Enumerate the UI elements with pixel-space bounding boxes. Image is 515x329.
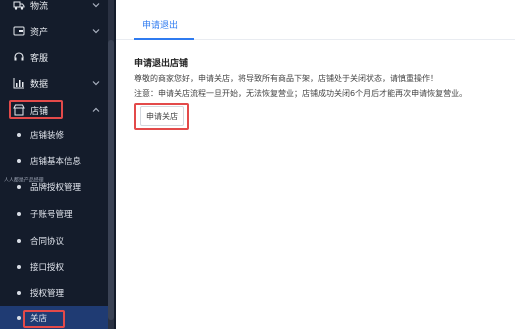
sidebar-subitem-brand-auth[interactable]: 品牌授权管理 bbox=[0, 174, 108, 200]
chevron-up-icon bbox=[92, 107, 100, 112]
highlight-box-close-store bbox=[23, 310, 65, 328]
sidebar-subitem-api-auth[interactable]: 接口授权 bbox=[0, 254, 108, 280]
sidebar-subitem-contracts[interactable]: 合同协议 bbox=[0, 228, 108, 254]
sidebar-subitem-sub-accounts[interactable]: 子账号管理 bbox=[0, 201, 108, 227]
notice-text: 尊敬的商家您好，申请关店，将导致所有商品下架，店铺处于关闭状态，请慎重操作！ bbox=[134, 74, 438, 83]
sidebar-item-label: 物流 bbox=[30, 1, 49, 12]
chevron-down-icon bbox=[92, 81, 100, 86]
bullet-icon bbox=[17, 239, 21, 243]
headset-icon bbox=[14, 52, 24, 61]
bullet-icon bbox=[17, 265, 21, 269]
sidebar-subitem-label: 子账号管理 bbox=[30, 210, 73, 220]
sidebar-item-label: 数据 bbox=[30, 79, 49, 90]
sidebar-subitem-label: 接口授权 bbox=[30, 263, 65, 273]
bullet-icon bbox=[17, 316, 21, 320]
tab-apply-exit[interactable]: 申请退出 bbox=[142, 18, 178, 31]
warning-text: 注意：申请关店流程一旦开始，无法恢复营业；店铺成功关闭6个月后才能再次申请恢复营… bbox=[134, 89, 468, 98]
bar-chart-icon bbox=[13, 78, 24, 89]
bullet-icon bbox=[17, 159, 21, 163]
sidebar-item-data[interactable]: 数据 bbox=[0, 70, 108, 96]
sidebar-item-assets[interactable]: 资产 bbox=[0, 18, 108, 44]
bullet-icon bbox=[17, 133, 21, 137]
sidebar-item-customer-service[interactable]: 客服 bbox=[0, 44, 108, 70]
sidebar-item-logistics[interactable]: 物流 bbox=[0, 0, 108, 18]
sidebar-item-label: 资产 bbox=[30, 27, 49, 38]
wallet-icon bbox=[13, 26, 25, 36]
bullet-icon bbox=[17, 185, 21, 189]
sidebar-subitem-label: 合同协议 bbox=[30, 237, 65, 247]
tab-bar: 申请退出 bbox=[116, 0, 515, 40]
section-title: 申请退出店铺 bbox=[134, 59, 189, 69]
tab-active-indicator bbox=[134, 38, 194, 40]
bullet-icon bbox=[17, 212, 21, 216]
sidebar-subitem-label: 品牌授权管理 bbox=[30, 183, 82, 193]
main-content: 申请退出 申请退出店铺 尊敬的商家您好，申请关店，将导致所有商品下架，店铺处于关… bbox=[116, 0, 515, 329]
sidebar-subitem-auth-management[interactable]: 授权管理 bbox=[0, 280, 108, 306]
chevron-down-icon bbox=[92, 3, 100, 8]
sidebar-subitem-label: 店铺装修 bbox=[30, 131, 65, 141]
truck-icon bbox=[13, 1, 25, 10]
sidebar-subitem-label: 授权管理 bbox=[30, 289, 65, 299]
sidebar-subitem-store-decoration[interactable]: 店铺装修 bbox=[0, 122, 108, 148]
sidebar-subitem-store-info[interactable]: 店铺基本信息 bbox=[0, 148, 108, 174]
bullet-icon bbox=[17, 291, 21, 295]
highlight-box-close-button bbox=[134, 103, 189, 130]
sidebar-scroll-thumb[interactable] bbox=[108, 40, 114, 320]
chevron-down-icon bbox=[92, 29, 100, 34]
sidebar-item-label: 客服 bbox=[30, 53, 49, 64]
highlight-box-store bbox=[9, 100, 63, 119]
sidebar-subitem-label: 店铺基本信息 bbox=[30, 157, 82, 167]
